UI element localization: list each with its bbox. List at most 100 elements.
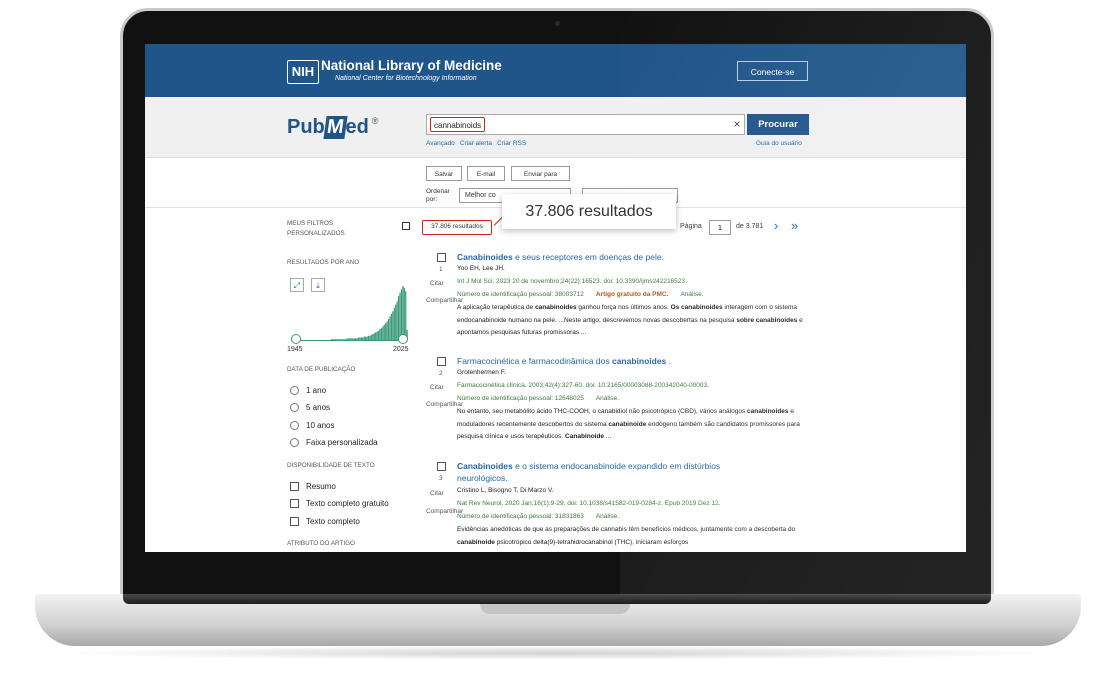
pubmed-logo[interactable]: PubMed ® — [287, 116, 378, 139]
logo-m: M — [323, 116, 348, 139]
article-attribute-heading: ATRIBUTO DO ARTIGO — [287, 540, 355, 547]
save-button[interactable]: Salvar — [426, 166, 462, 181]
chevron-right-icon[interactable]: › — [774, 218, 778, 233]
year-bar — [386, 321, 388, 340]
cite-button[interactable]: Citar — [430, 280, 444, 287]
year-bar — [399, 292, 401, 340]
nlm-header: NIH National Library of Medicine Nationa… — [145, 44, 966, 97]
sort-label: Ordenar por: — [426, 188, 450, 203]
year-bar — [376, 331, 378, 340]
results-callout: 37.806 resultados — [502, 194, 676, 229]
result-pmid: Número de identificação pessoal: 3183186… — [457, 513, 619, 520]
result-number: 2 — [439, 370, 443, 377]
review-badge: Análise. — [595, 395, 619, 402]
checkbox-free-full-text[interactable] — [290, 499, 299, 508]
text-avail-option[interactable]: Texto completo gratuito — [306, 499, 389, 508]
page-label: Página — [680, 223, 702, 230]
year-bar — [387, 318, 390, 340]
year-slider-start-handle[interactable] — [291, 334, 301, 344]
checkbox-abstract[interactable] — [290, 482, 299, 491]
radio-5-years[interactable] — [290, 403, 299, 412]
title-text: . — [666, 356, 672, 366]
year-end-label: 2025 — [393, 346, 409, 353]
nih-logo[interactable]: NIH — [287, 60, 319, 84]
results-by-year-heading: RESULTADOS POR ANO — [287, 259, 360, 266]
year-start-label: 1945 — [287, 346, 303, 353]
result-checkbox[interactable] — [437, 462, 446, 471]
camera — [555, 21, 560, 26]
logo-ed: ed — [345, 116, 369, 138]
result-title[interactable]: Farmacocinética e farmacodinâmica dos ca… — [457, 355, 807, 367]
logo-pub: Pub — [287, 116, 325, 138]
text-avail-option[interactable]: Resumo — [306, 482, 336, 491]
title-highlight: Canabinoides — [457, 252, 513, 262]
result-snippet: A aplicação terapêutica de canabinoides … — [457, 304, 803, 336]
result-journal: Int J Mol Sci. 2023 20 de novembro;24(22… — [457, 278, 687, 285]
year-bar — [375, 332, 377, 340]
external-link-icon[interactable] — [402, 222, 410, 230]
email-button[interactable]: E-mail — [467, 166, 505, 181]
double-chevron-right-icon[interactable]: » — [791, 218, 798, 233]
result-title[interactable]: Canabinoides e seus receptores em doença… — [457, 251, 807, 263]
search-band: PubMed ® cannabinoids × Procurar Avançado… — [145, 97, 966, 158]
laptop-shadow — [50, 646, 1060, 660]
send-to-button[interactable]: Enviar para — [511, 166, 570, 181]
year-slider-track — [295, 340, 405, 341]
user-guide-link[interactable]: Guia do usuário — [756, 140, 802, 147]
year-bar — [389, 316, 391, 341]
year-bar — [403, 287, 405, 340]
year-bar — [382, 326, 384, 340]
year-bar — [380, 328, 383, 340]
text-avail-option[interactable]: Texto completo — [306, 517, 360, 526]
page-input[interactable]: 1 — [709, 220, 731, 235]
radio-1-year[interactable] — [290, 386, 299, 395]
pmid-text: Número de identificação pessoal: 3800371… — [457, 291, 584, 298]
pub-date-heading: DATA DE PUBLICAÇÃO — [287, 366, 356, 373]
year-slider-end-handle[interactable] — [398, 334, 408, 344]
year-bar — [400, 289, 403, 341]
create-alert-link[interactable]: Criar alerta — [460, 140, 492, 147]
result-authors: Grotenhermen F. — [457, 369, 506, 376]
result-pmid: Número de identificação pessoal: 3800371… — [457, 291, 704, 298]
advanced-link[interactable]: Avançado — [426, 140, 455, 147]
result-authors: Cristino L, Bisogno T, Di Marzo V. — [457, 487, 554, 494]
pmid-text: Número de identificação pessoal: 3183186… — [457, 513, 584, 520]
cite-button[interactable]: Citar — [430, 490, 444, 497]
nlm-subtitle: National Center for Biotechnology Inform… — [335, 75, 477, 82]
pub-date-option[interactable]: 1 ano — [306, 386, 326, 395]
pmid-text: Número de identificação pessoal: 1264802… — [457, 395, 584, 402]
title-text: e seus receptores em doenças de pele. — [512, 252, 664, 262]
my-filters-heading: MEUS FILTROS PERSONALIZADOS — [287, 220, 345, 237]
result-checkbox[interactable] — [437, 357, 446, 366]
cite-button[interactable]: Citar — [430, 384, 444, 391]
result-journal: Farmacocinética clínica. 2003;42(4):327-… — [457, 382, 709, 389]
search-button[interactable]: Procurar — [747, 114, 809, 135]
year-bar — [373, 333, 375, 340]
year-bar — [393, 307, 395, 340]
search-query[interactable]: cannabinoids — [430, 117, 486, 132]
year-bar — [396, 301, 398, 340]
year-bar — [392, 311, 394, 340]
pub-date-option[interactable]: Faixa personalizada — [306, 438, 378, 447]
result-title[interactable]: Canabinoides e o sistema endocanabinoide… — [457, 460, 757, 484]
review-badge: Análise. — [680, 291, 704, 298]
page-total: de 3.781 — [736, 223, 764, 230]
result-checkbox[interactable] — [437, 253, 446, 262]
checkbox-full-text[interactable] — [290, 517, 299, 526]
search-input[interactable]: cannabinoids — [426, 114, 745, 135]
result-number: 3 — [439, 475, 443, 482]
year-bar — [383, 324, 385, 340]
nlm-title[interactable]: National Library of Medicine — [321, 58, 502, 73]
create-rss-link[interactable]: Criar RSS — [497, 140, 526, 147]
results-by-year-chart — [330, 286, 408, 341]
radio-10-years[interactable] — [290, 421, 299, 430]
year-bar — [390, 313, 393, 340]
radio-custom-range[interactable] — [290, 438, 299, 447]
pub-date-option[interactable]: 5 anos — [306, 403, 330, 412]
year-bar — [397, 296, 400, 341]
login-button[interactable]: Conecte-se — [737, 61, 808, 81]
pub-date-option[interactable]: 10 anos — [306, 421, 334, 430]
laptop-hinge — [123, 594, 991, 604]
search-links: Avançado Criar alerta Criar RSS — [426, 140, 531, 147]
clear-icon[interactable]: × — [728, 114, 746, 135]
